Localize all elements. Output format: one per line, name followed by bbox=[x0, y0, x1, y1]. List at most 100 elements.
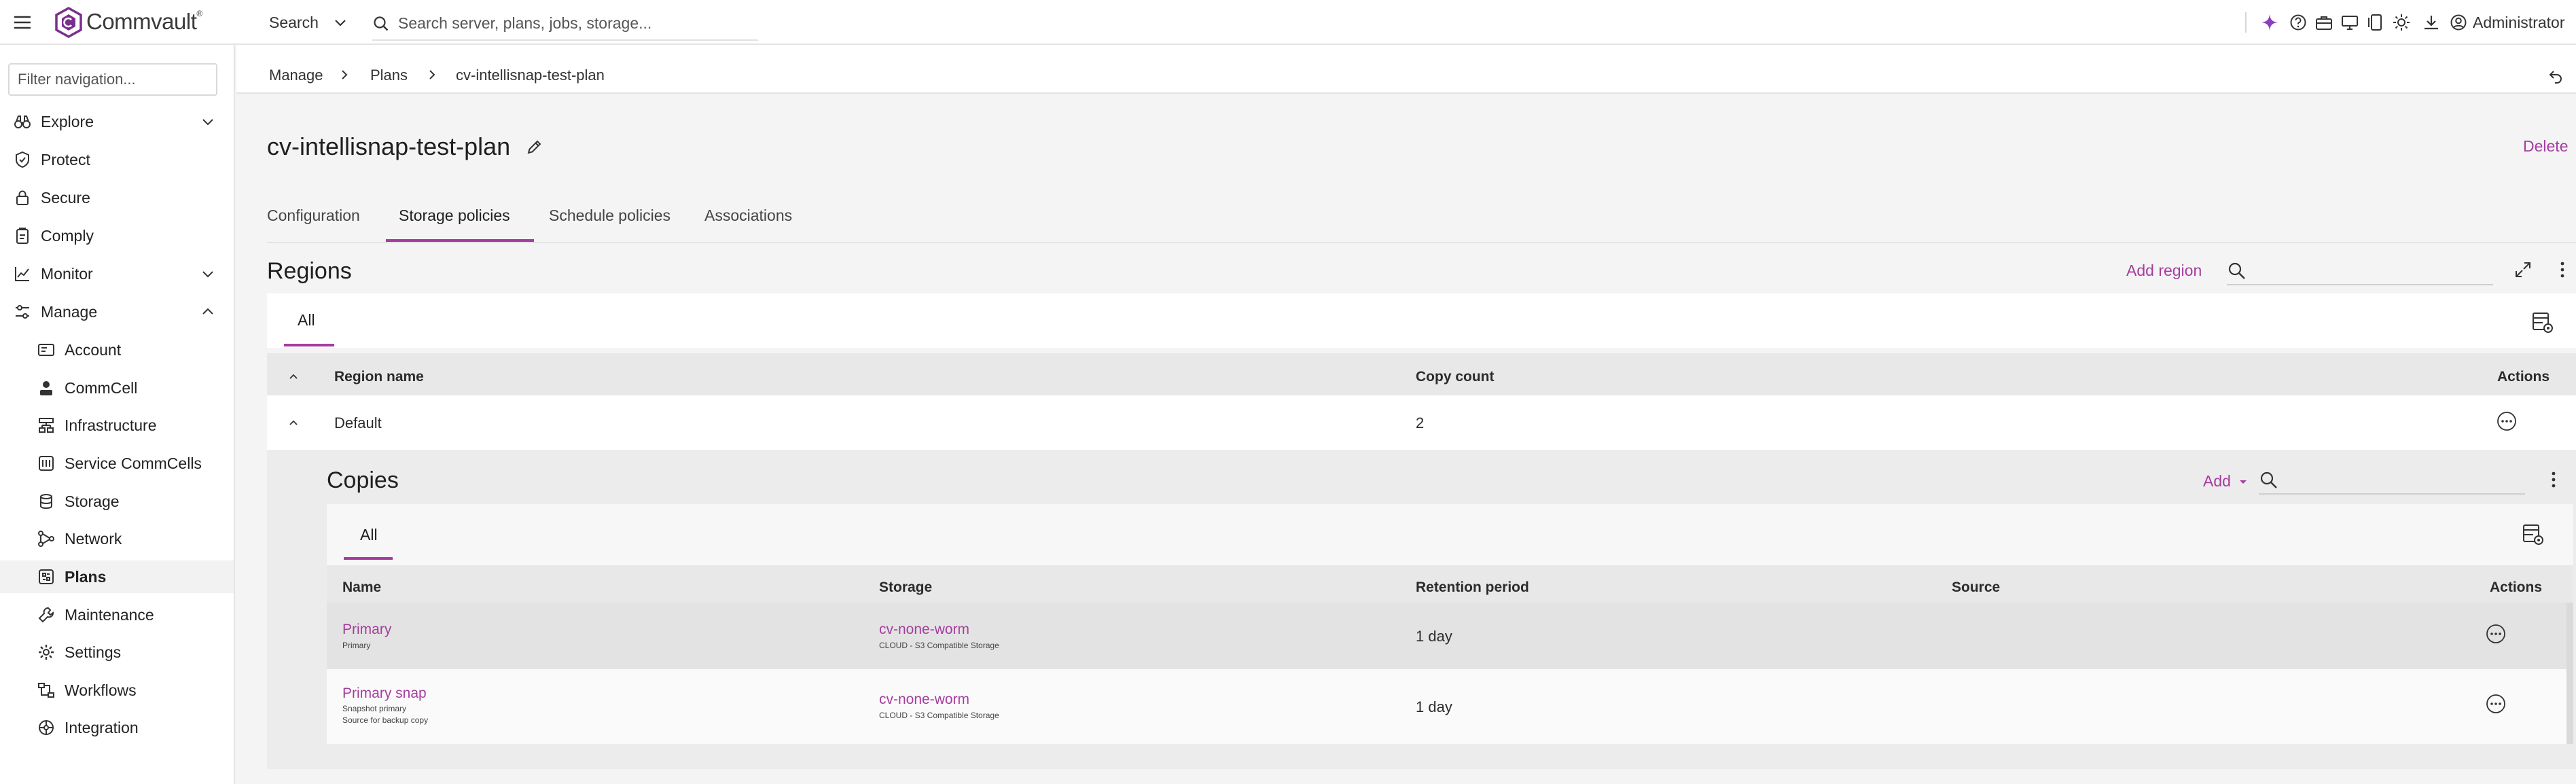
regions-search-input[interactable] bbox=[2255, 260, 2489, 281]
monitor-icon[interactable] bbox=[2341, 14, 2359, 31]
sidebar-item-service-commcells[interactable]: Service CommCells bbox=[0, 447, 234, 480]
theme-icon[interactable] bbox=[2393, 14, 2410, 31]
sidebar-item-maintenance[interactable]: Maintenance bbox=[0, 599, 234, 631]
tab-all-regions[interactable]: All bbox=[298, 311, 315, 329]
search-scope-dropdown[interactable]: Search bbox=[269, 14, 319, 32]
workflow-icon bbox=[37, 681, 55, 699]
copies-search-input[interactable] bbox=[2287, 469, 2521, 491]
sidebar-item-secure[interactable]: Secure bbox=[0, 181, 234, 214]
chart-line-icon bbox=[14, 265, 31, 283]
storage-link[interactable]: cv-none-worm bbox=[879, 692, 969, 708]
copy-type-label: Primary bbox=[342, 641, 371, 650]
chevron-up-icon[interactable] bbox=[200, 304, 216, 320]
user-icon[interactable] bbox=[2450, 14, 2467, 31]
search-icon bbox=[372, 15, 390, 33]
breadcrumb-plans[interactable]: Plans bbox=[370, 67, 408, 84]
tab-all-copies[interactable]: All bbox=[360, 526, 378, 544]
sidebar-item-comply[interactable]: Comply bbox=[0, 219, 234, 252]
sidebar-item-settings[interactable]: Settings bbox=[0, 636, 234, 669]
help-icon[interactable] bbox=[2289, 14, 2307, 31]
hamburger-menu-icon[interactable] bbox=[12, 12, 33, 33]
chevron-down-icon[interactable] bbox=[200, 113, 216, 130]
sidebar-item-label: Plans bbox=[65, 567, 107, 586]
sidebar-item-explore[interactable]: Explore bbox=[0, 105, 234, 138]
collapse-row-icon[interactable] bbox=[286, 416, 301, 431]
column-actions: Actions bbox=[2497, 369, 2550, 385]
global-search-input[interactable] bbox=[398, 12, 751, 34]
add-region-button[interactable]: Add region bbox=[2126, 262, 2202, 280]
sidebar-item-workflows[interactable]: Workflows bbox=[0, 674, 234, 707]
sidebar-item-storage[interactable]: Storage bbox=[0, 485, 234, 518]
breadcrumb-manage[interactable]: Manage bbox=[269, 67, 323, 84]
sparkle-icon[interactable] bbox=[2261, 14, 2278, 31]
delete-button[interactable]: Delete bbox=[2523, 137, 2568, 156]
sidebar-item-protect[interactable]: Protect bbox=[0, 143, 234, 176]
chevron-down-icon[interactable] bbox=[200, 266, 216, 282]
add-copy-button[interactable]: Add bbox=[2203, 472, 2231, 491]
copy-name-link[interactable]: Primary bbox=[342, 622, 391, 638]
active-tab-indicator bbox=[386, 239, 534, 242]
expand-icon[interactable] bbox=[2514, 260, 2533, 279]
manage-views-icon[interactable] bbox=[2522, 523, 2545, 546]
storage-link[interactable]: cv-none-worm bbox=[879, 622, 969, 638]
user-menu[interactable]: Administrator bbox=[2473, 14, 2564, 32]
column-storage[interactable]: Storage bbox=[879, 580, 932, 596]
sidebar-item-monitor[interactable]: Monitor bbox=[0, 257, 234, 290]
maintenance-icon bbox=[37, 606, 55, 624]
storage-type-label: CLOUD - S3 Compatible Storage bbox=[879, 711, 999, 720]
column-name[interactable]: Name bbox=[342, 580, 381, 596]
sidebar-item-manage[interactable]: Manage bbox=[0, 296, 234, 328]
caret-down-icon[interactable] bbox=[2237, 476, 2249, 488]
column-source[interactable]: Source bbox=[1952, 580, 2000, 596]
row-actions-icon[interactable] bbox=[2485, 623, 2507, 645]
column-region-name[interactable]: Region name bbox=[334, 369, 424, 385]
copies-view-tabs bbox=[327, 504, 2573, 565]
lock-icon bbox=[14, 189, 31, 207]
regions-view-tabs bbox=[267, 293, 2576, 348]
more-vertical-icon[interactable] bbox=[2544, 470, 2563, 489]
undo-icon[interactable] bbox=[2547, 68, 2564, 84]
chevron-down-icon[interactable] bbox=[333, 15, 348, 30]
sidebar-item-label: Integration bbox=[65, 718, 139, 736]
regions-search bbox=[2227, 257, 2493, 285]
filter-navigation-input[interactable] bbox=[8, 63, 217, 96]
collapse-all-icon[interactable] bbox=[286, 370, 301, 385]
copy-name-link[interactable]: Primary snap bbox=[342, 685, 427, 702]
manage-views-icon[interactable] bbox=[2531, 311, 2554, 334]
sidebar-item-account[interactable]: Account bbox=[0, 334, 234, 366]
column-retention-period[interactable]: Retention period bbox=[1416, 580, 1529, 596]
search-icon bbox=[2259, 470, 2279, 491]
download-icon[interactable] bbox=[2422, 14, 2440, 31]
phone-icon[interactable] bbox=[2367, 14, 2384, 31]
tab-schedule-policies[interactable]: Schedule policies bbox=[549, 207, 670, 225]
copies-search bbox=[2259, 466, 2525, 495]
gear-icon bbox=[37, 643, 55, 661]
sidebar-item-label: Network bbox=[65, 529, 122, 548]
sidebar-item-label: Comply bbox=[41, 226, 94, 245]
briefcase-icon[interactable] bbox=[2315, 14, 2333, 31]
sidebar-item-commcell[interactable]: CommCell bbox=[0, 372, 234, 404]
sidebar-item-integration[interactable]: Integration bbox=[0, 711, 234, 744]
sidebar-item-infrastructure[interactable]: Infrastructure bbox=[0, 409, 234, 442]
copies-scrollbar[interactable] bbox=[2566, 603, 2573, 744]
copies-title: Copies bbox=[327, 467, 399, 493]
binoculars-icon bbox=[14, 113, 31, 130]
infrastructure-icon bbox=[37, 416, 55, 434]
copy-source-note: Source for backup copy bbox=[342, 715, 429, 725]
tab-associations[interactable]: Associations bbox=[704, 207, 792, 225]
row-actions-icon[interactable] bbox=[2485, 693, 2507, 715]
id-card-icon bbox=[37, 341, 55, 359]
copy-count-cell: 2 bbox=[1416, 414, 1425, 431]
sidebar-item-network[interactable]: Network bbox=[0, 522, 234, 555]
region-name-cell: Default bbox=[334, 414, 382, 431]
column-copy-count[interactable]: Copy count bbox=[1416, 369, 1495, 385]
more-vertical-icon[interactable] bbox=[2553, 260, 2572, 279]
sidebar-item-plans[interactable]: Plans bbox=[0, 560, 234, 593]
plans-icon bbox=[37, 568, 55, 586]
pencil-icon[interactable] bbox=[525, 137, 544, 156]
row-actions-icon[interactable] bbox=[2496, 410, 2518, 432]
active-tab-indicator bbox=[344, 557, 393, 560]
tab-configuration[interactable]: Configuration bbox=[267, 207, 360, 225]
tab-storage-policies[interactable]: Storage policies bbox=[399, 207, 510, 225]
commvault-logo-icon[interactable] bbox=[54, 7, 83, 38]
